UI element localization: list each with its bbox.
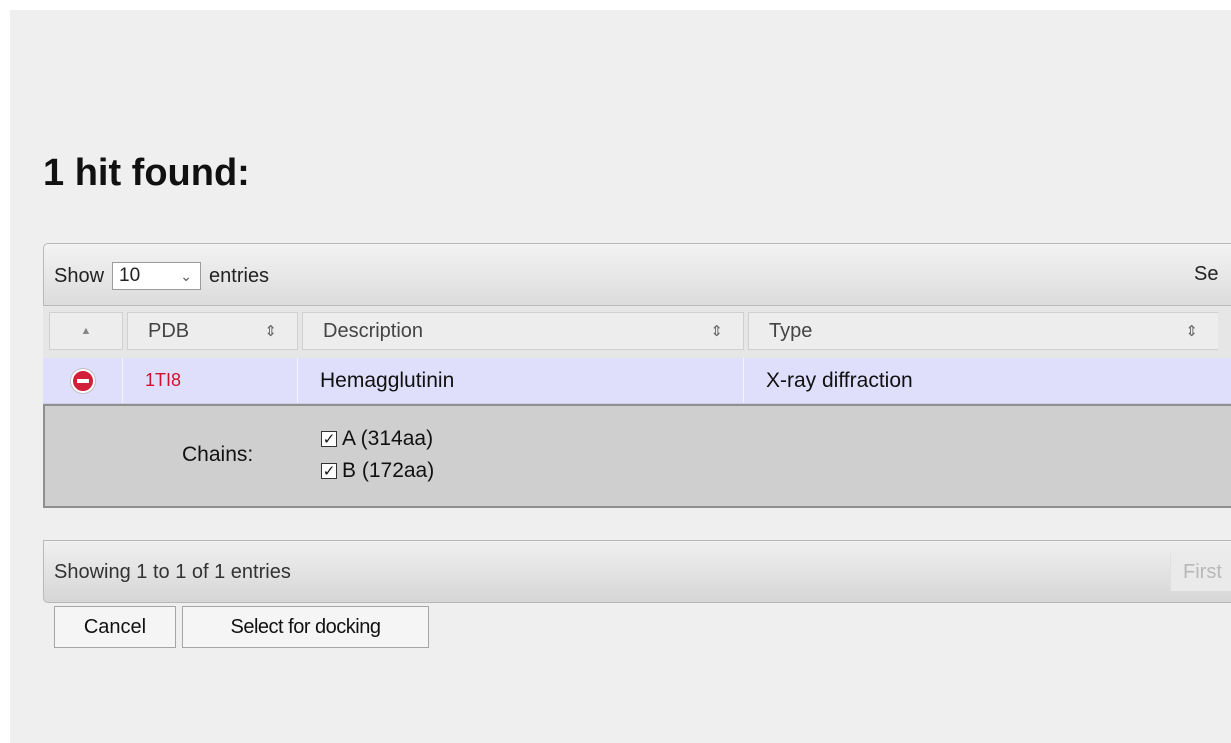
remove-icon[interactable] [70,368,95,393]
select-for-docking-button[interactable]: Select for docking [182,606,429,648]
table-row[interactable]: 1TI8 Hemagglutinin X-ray diffraction [43,358,1231,404]
show-label: Show [54,264,105,287]
sort-up-icon: ▲ [80,325,92,337]
entries-label: entries [209,264,270,287]
column-header-description[interactable]: Description ⇕ [302,312,744,350]
chain-b-option[interactable]: ✓ B (172aa) [321,459,434,483]
chains-label: Chains: [182,443,254,466]
chain-b-checkbox[interactable]: ✓ [321,463,337,480]
column-header-pdb[interactable]: PDB ⇕ [127,312,298,350]
page-length-select[interactable]: 10 ⌄ [112,262,202,290]
column-header-control[interactable]: ▲ [49,312,123,350]
column-header-label: Type [769,319,813,342]
type-cell: X-ray diffraction [766,368,913,392]
pdb-link[interactable]: 1TI8 [123,358,298,403]
cancel-button[interactable]: Cancel [54,606,176,648]
description-cell: Hemagglutinin [298,358,744,403]
sort-icon: ⇕ [264,323,277,340]
first-page-button[interactable]: First [1170,553,1231,591]
table-top-toolbar: Show 10 ⌄ entries Se [43,243,1231,306]
page-length-control: Show 10 ⌄ entries [54,262,269,290]
table-header-row: ▲ PDB ⇕ Description ⇕ Type ⇕ [43,306,1231,358]
sort-icon: ⇕ [710,323,723,340]
table-info: Showing 1 to 1 of 1 entries [54,561,291,583]
chain-a-option[interactable]: ✓ A (314aa) [321,427,433,451]
page-length-value: 10 [119,265,141,286]
page-title: 1 hit found: [43,152,250,194]
row-details-panel: Chains: ✓ A (314aa) ✓ B (172aa) [43,404,1231,508]
chevron-down-icon: ⌄ [180,267,193,284]
column-header-type[interactable]: Type ⇕ [748,312,1218,350]
row-toggle-cell[interactable] [43,358,123,403]
column-header-label: PDB [148,319,190,342]
chain-a-label: A (314aa) [342,427,434,450]
search-label: Se [1194,263,1219,285]
sort-icon: ⇕ [1185,323,1198,340]
chain-b-label: B (172aa) [342,459,435,482]
column-header-label: Description [323,319,424,342]
results-table: ▲ PDB ⇕ Description ⇕ Type ⇕ 1TI8 Hemagg… [43,306,1231,508]
chain-a-checkbox[interactable]: ✓ [321,431,337,448]
table-bottom-toolbar: Showing 1 to 1 of 1 entries First [43,540,1231,603]
